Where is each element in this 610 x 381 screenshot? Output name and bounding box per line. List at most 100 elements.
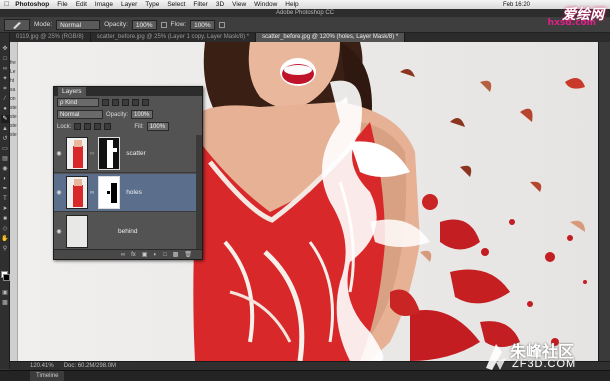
menu-view[interactable]: View	[232, 1, 246, 8]
filter-adjustment-icon[interactable]	[112, 99, 119, 106]
side-text-1: fre	[10, 60, 16, 66]
fill-field[interactable]: 100%	[146, 122, 169, 131]
link-layers-icon[interactable]: ∞	[121, 252, 125, 258]
menu-edit[interactable]: Edit	[76, 1, 87, 8]
flow-field[interactable]: 100%	[190, 19, 215, 30]
menu-image[interactable]: Image	[95, 1, 113, 8]
screen-mode-icon[interactable]: ▩	[1, 299, 9, 307]
layer-name[interactable]: holes	[126, 189, 142, 196]
shape-tool-icon[interactable]: ■	[1, 215, 9, 223]
lock-all-icon[interactable]	[104, 123, 112, 130]
pen-tool-icon[interactable]: ✒	[1, 185, 9, 193]
dodge-tool-icon[interactable]: ◐	[1, 175, 9, 183]
clone-stamp-tool-icon[interactable]: ▲	[1, 125, 9, 133]
right-panel-dock[interactable]	[598, 42, 610, 361]
layer-opacity-field[interactable]: 100%	[131, 110, 154, 119]
menu-3d[interactable]: 3D	[216, 1, 224, 8]
lasso-tool-icon[interactable]: ∞	[1, 65, 9, 73]
watermark-top: 爱绘网 hxsd.com	[512, 2, 608, 30]
tab-0119[interactable]: 0119.jpg @ 25% (RGB/8)	[10, 33, 91, 42]
eraser-tool-icon[interactable]: ▭	[1, 145, 9, 153]
path-select-tool-icon[interactable]: ➤	[1, 205, 9, 213]
layer-row-scatter[interactable]: ◉ ∞ scatter	[54, 135, 198, 173]
fill-label: Fill:	[134, 123, 144, 130]
airbrush-icon[interactable]	[218, 21, 225, 28]
new-layer-icon[interactable]: ▩	[173, 251, 179, 258]
layer-name[interactable]: scatter	[126, 150, 146, 157]
doc-size[interactable]: Doc: 60.2M/298.0M	[64, 363, 116, 369]
blur-tool-icon[interactable]: ◉	[1, 165, 9, 173]
layer-name[interactable]: behind	[118, 228, 138, 235]
zoom-tool-icon[interactable]: ⚲	[1, 245, 9, 253]
opacity-label: Opacity:	[104, 21, 128, 28]
visibility-eye-icon[interactable]: ◉	[54, 189, 64, 196]
zoom-level[interactable]: 120.41%	[30, 363, 54, 369]
layers-panel-header[interactable]: Layers	[54, 87, 202, 96]
quick-select-tool-icon[interactable]: ✦	[1, 75, 9, 83]
eyedropper-tool-icon[interactable]: ⁄	[1, 95, 9, 103]
layer-thumbnail	[66, 176, 88, 209]
layer-filter-row: ρ Kind	[54, 98, 204, 107]
chain-link-icon[interactable]: ∞	[90, 190, 94, 196]
quick-mask-icon[interactable]: ▣	[1, 289, 9, 297]
side-text-2: Le	[10, 69, 16, 75]
tool-preset-picker[interactable]	[4, 18, 30, 31]
menu-select[interactable]: Select	[167, 1, 185, 8]
type-tool-icon[interactable]: T	[1, 195, 9, 203]
menu-help[interactable]: Help	[285, 1, 298, 8]
lock-position-icon[interactable]	[94, 123, 102, 130]
lock-label: Lock:	[57, 123, 72, 130]
menu-app[interactable]: Photoshop	[15, 1, 49, 8]
crop-tool-icon[interactable]: ⌗	[1, 85, 9, 93]
tab-scatter-25[interactable]: scatter_before.jpg @ 25% (Layer 1 copy, …	[91, 33, 257, 42]
menu-layer[interactable]: Layer	[121, 1, 137, 8]
side-text-4: sa	[10, 87, 16, 93]
filter-type-icon[interactable]	[122, 99, 129, 106]
adjustment-layer-icon[interactable]: ◐	[153, 252, 157, 258]
history-brush-tool-icon[interactable]: ↺	[1, 135, 9, 143]
blend-mode-select[interactable]: Normal	[57, 110, 103, 119]
layer-style-icon[interactable]: fx	[131, 252, 136, 258]
hand-tool-icon[interactable]: ✋	[1, 235, 9, 243]
move-tool-icon[interactable]: ✥	[1, 45, 9, 53]
lock-image-icon[interactable]	[84, 123, 92, 130]
apple-icon[interactable]: 	[4, 1, 9, 8]
pressure-opacity-icon[interactable]	[160, 21, 167, 28]
new-group-icon[interactable]: □	[163, 252, 167, 258]
healing-tool-icon[interactable]: ●	[1, 105, 9, 113]
side-text-5: on	[10, 96, 16, 102]
visibility-eye-icon[interactable]: ◉	[54, 228, 64, 235]
trash-icon[interactable]: 🗑	[184, 251, 192, 258]
filter-smart-icon[interactable]	[142, 99, 149, 106]
brush-tool-icon[interactable]: ✎	[1, 115, 9, 123]
layer-row-behind[interactable]: ◉ behind	[54, 213, 198, 251]
menu-type[interactable]: Type	[145, 1, 159, 8]
layers-scrollbar[interactable]	[196, 135, 202, 251]
opacity-field[interactable]: 100%	[131, 19, 157, 30]
kind-filter-select[interactable]: ρ Kind	[57, 98, 99, 107]
timeline-tab[interactable]: Timeline	[30, 371, 65, 381]
add-mask-icon[interactable]: ▣	[142, 251, 148, 258]
gradient-tool-icon[interactable]: ▤	[1, 155, 9, 163]
filter-shape-icon[interactable]	[132, 99, 139, 106]
layer-row-holes[interactable]: ◉ ∞ holes	[54, 174, 198, 212]
watermark-bottom: 朱峰社区 ZF3D.COM	[480, 338, 608, 378]
3d-tool-icon[interactable]: ◇	[1, 225, 9, 233]
filter-pixel-icon[interactable]	[102, 99, 109, 106]
menu-filter[interactable]: Filter	[193, 1, 207, 8]
side-text-8: ste	[10, 123, 17, 129]
lock-row: Lock: Fill: 100%	[54, 122, 204, 131]
visibility-eye-icon[interactable]: ◉	[54, 150, 64, 157]
menu-window[interactable]: Window	[254, 1, 277, 8]
layers-tab[interactable]: Layers	[58, 87, 86, 96]
layer-mask-thumbnail[interactable]	[98, 137, 121, 170]
chain-link-icon[interactable]: ∞	[90, 151, 94, 157]
lock-transparent-icon[interactable]	[74, 123, 82, 130]
mode-select[interactable]: Normal	[56, 19, 101, 30]
background-color-swatch[interactable]	[3, 274, 10, 281]
layer-mask-thumbnail[interactable]	[98, 176, 121, 209]
menu-file[interactable]: File	[57, 1, 67, 8]
marquee-tool-icon[interactable]: □	[1, 55, 9, 63]
tab-scatter-120[interactable]: scatter_before.jpg @ 120% (holes, Layer …	[256, 33, 406, 42]
collapsed-side-panel[interactable]: fre Le ht sa on ste ste ste ste	[10, 42, 18, 361]
